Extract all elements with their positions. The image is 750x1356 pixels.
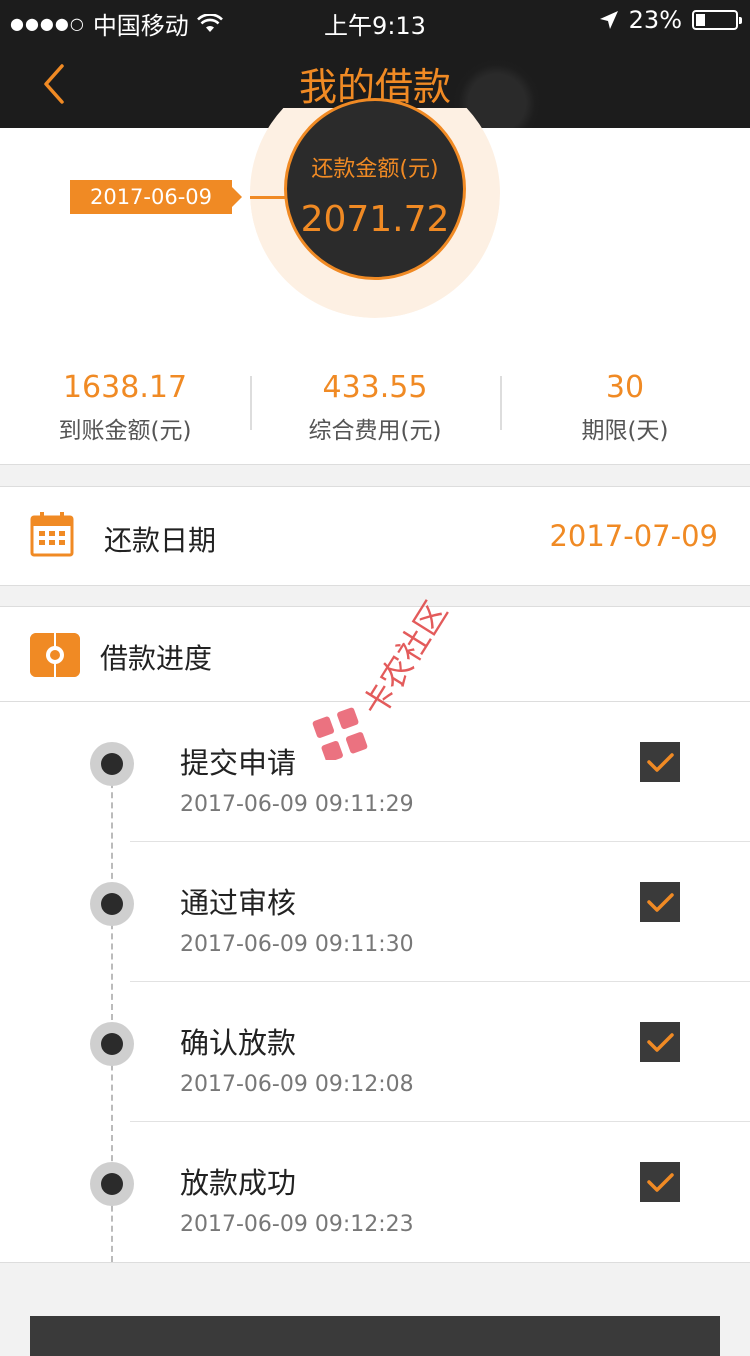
checkmark-icon [640,882,680,922]
checkmark-icon [640,1162,680,1202]
repay-amount-value: 2071.72 [300,199,450,240]
loan-stats: 1638.17 到账金额(元) 433.55 综合费用(元) 30 期限(天) [0,364,750,454]
stat-value: 30 [605,370,645,405]
step-title: 提交申请 [180,746,297,780]
step-time: 2017-06-09 09:12:23 [180,1212,414,1237]
location-arrow-icon [599,11,618,29]
stat-value: 1638.17 [62,370,188,405]
stat-fees: 433.55 综合费用(元) [250,364,500,454]
step-time: 2017-06-09 09:11:29 [180,792,414,817]
step-title: 放款成功 [180,1166,297,1200]
stat-label: 期限(天) [581,418,669,444]
timeline-step: 确认放款 2017-06-09 09:12:08 [0,982,750,1122]
checkmark-icon [640,742,680,782]
timeline-dot [90,1022,134,1066]
stat-label: 到账金额(元) [58,418,192,444]
timeline-step: 放款成功 2017-06-09 09:12:23 [0,1122,750,1262]
timeline-dot [90,1162,134,1206]
stat-received: 1638.17 到账金额(元) [0,364,250,454]
bottom-action-button[interactable] [30,1316,720,1356]
progress-icon [30,633,80,677]
status-bar: ●●●●○ 中国移动 上午9:13 23% [0,0,750,40]
checkmark-icon [640,1022,680,1062]
timeline-step: 提交申请 2017-06-09 09:11:29 [0,702,750,842]
repay-amount-circle: 还款金额(元) 2071.72 [284,98,466,280]
progress-timeline: 提交申请 2017-06-09 09:11:29 通过审核 2017-06-09… [0,702,750,1263]
stat-value: 433.55 [322,370,428,405]
step-time: 2017-06-09 09:11:30 [180,932,414,957]
stat-term: 30 期限(天) [500,364,750,454]
step-time: 2017-06-09 09:12:08 [180,1072,414,1097]
battery-fill [696,14,705,26]
date-connector [250,196,286,199]
loan-date-tag: 2017-06-09 [70,180,242,214]
stat-label: 综合费用(元) [308,418,442,444]
status-right: 23% [599,6,742,34]
repay-date-value: 2017-07-09 [549,519,718,553]
repay-date-row: 还款日期 2017-07-09 [0,486,750,586]
loan-progress-label: 借款进度 [100,642,213,675]
battery-icon [692,10,742,30]
step-title: 通过审核 [180,886,297,920]
repay-amount-label: 还款金额(元) [311,157,439,182]
calendar-icon [30,512,74,557]
timeline-dot [90,742,134,786]
step-title: 确认放款 [180,1026,297,1060]
loan-summary-card: 2017-06-09 还款金额(元) 2071.72 1638.17 到账金额(… [0,98,750,465]
timeline-step: 通过审核 2017-06-09 09:11:30 [0,842,750,982]
battery-percent: 23% [628,6,682,34]
repay-date-label: 还款日期 [104,524,217,557]
timeline-dot [90,882,134,926]
